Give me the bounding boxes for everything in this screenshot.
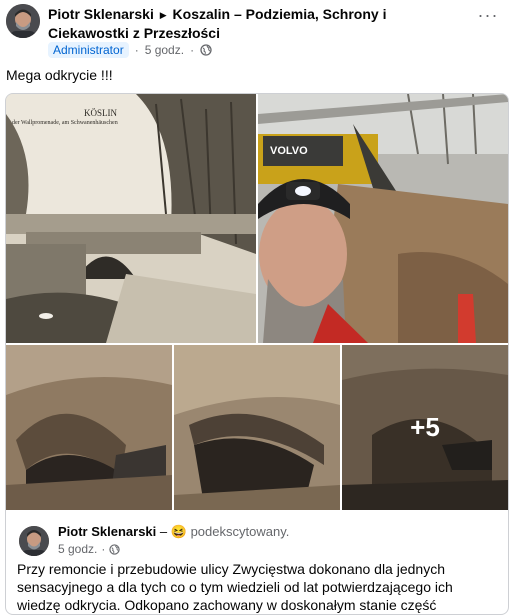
shared-post-text: Przy remoncie i przebudowie ulicy Zwycię… <box>17 561 453 613</box>
author-name[interactable]: Piotr Sklenarski <box>48 6 154 22</box>
photo-postcard[interactable]: KÖSLIN der Wallpromenade, am Schwanenhäu… <box>6 94 256 343</box>
feeling-dash: – <box>159 524 168 539</box>
shared-meta-separator: · <box>101 542 106 556</box>
author-avatar[interactable] <box>6 4 40 38</box>
postcard-caption: der Wallpromenade, am Schwanenhäuschen <box>12 120 118 126</box>
photo-excavation-2[interactable] <box>174 345 340 510</box>
shared-author-avatar[interactable] <box>19 526 49 556</box>
more-photos-count[interactable]: +5 <box>342 345 508 510</box>
photo-selfie[interactable]: VOLVO <box>258 94 508 343</box>
globe-icon <box>200 44 212 56</box>
shared-post-card[interactable]: KÖSLIN der Wallpromenade, am Schwanenhäu… <box>5 93 509 615</box>
post-text: Mega odkrycie !!! <box>6 67 113 83</box>
post-header: Piotr Sklenarski ▶ Koszalin – Podziemia,… <box>0 0 511 62</box>
shared-author-name[interactable]: Piotr Sklenarski <box>58 524 156 539</box>
globe-icon <box>109 543 121 555</box>
post-meta: Administrator · 5 godz. · <box>48 41 212 59</box>
shared-post-header: Piotr Sklenarski – 😆 podekscytowany. 5 g… <box>6 512 508 613</box>
feeling-emoji-icon: 😆 <box>170 524 187 539</box>
feeling-text: podekscytowany. <box>190 524 290 539</box>
meta-separator-2: · <box>190 43 195 57</box>
photo-excavation-1[interactable] <box>6 345 172 510</box>
caret-right-icon: ▶ <box>159 10 167 20</box>
volvo-text: VOLVO <box>270 145 308 157</box>
more-options-button[interactable]: ··· <box>477 6 499 24</box>
post-time[interactable]: 5 godz. <box>145 43 184 57</box>
role-badge: Administrator <box>48 42 129 58</box>
meta-separator: · <box>134 43 139 57</box>
shared-post-time[interactable]: 5 godz. <box>58 542 97 556</box>
photo-excavation-3[interactable]: +5 <box>342 345 508 510</box>
postcard-title: KÖSLIN <box>84 108 117 118</box>
